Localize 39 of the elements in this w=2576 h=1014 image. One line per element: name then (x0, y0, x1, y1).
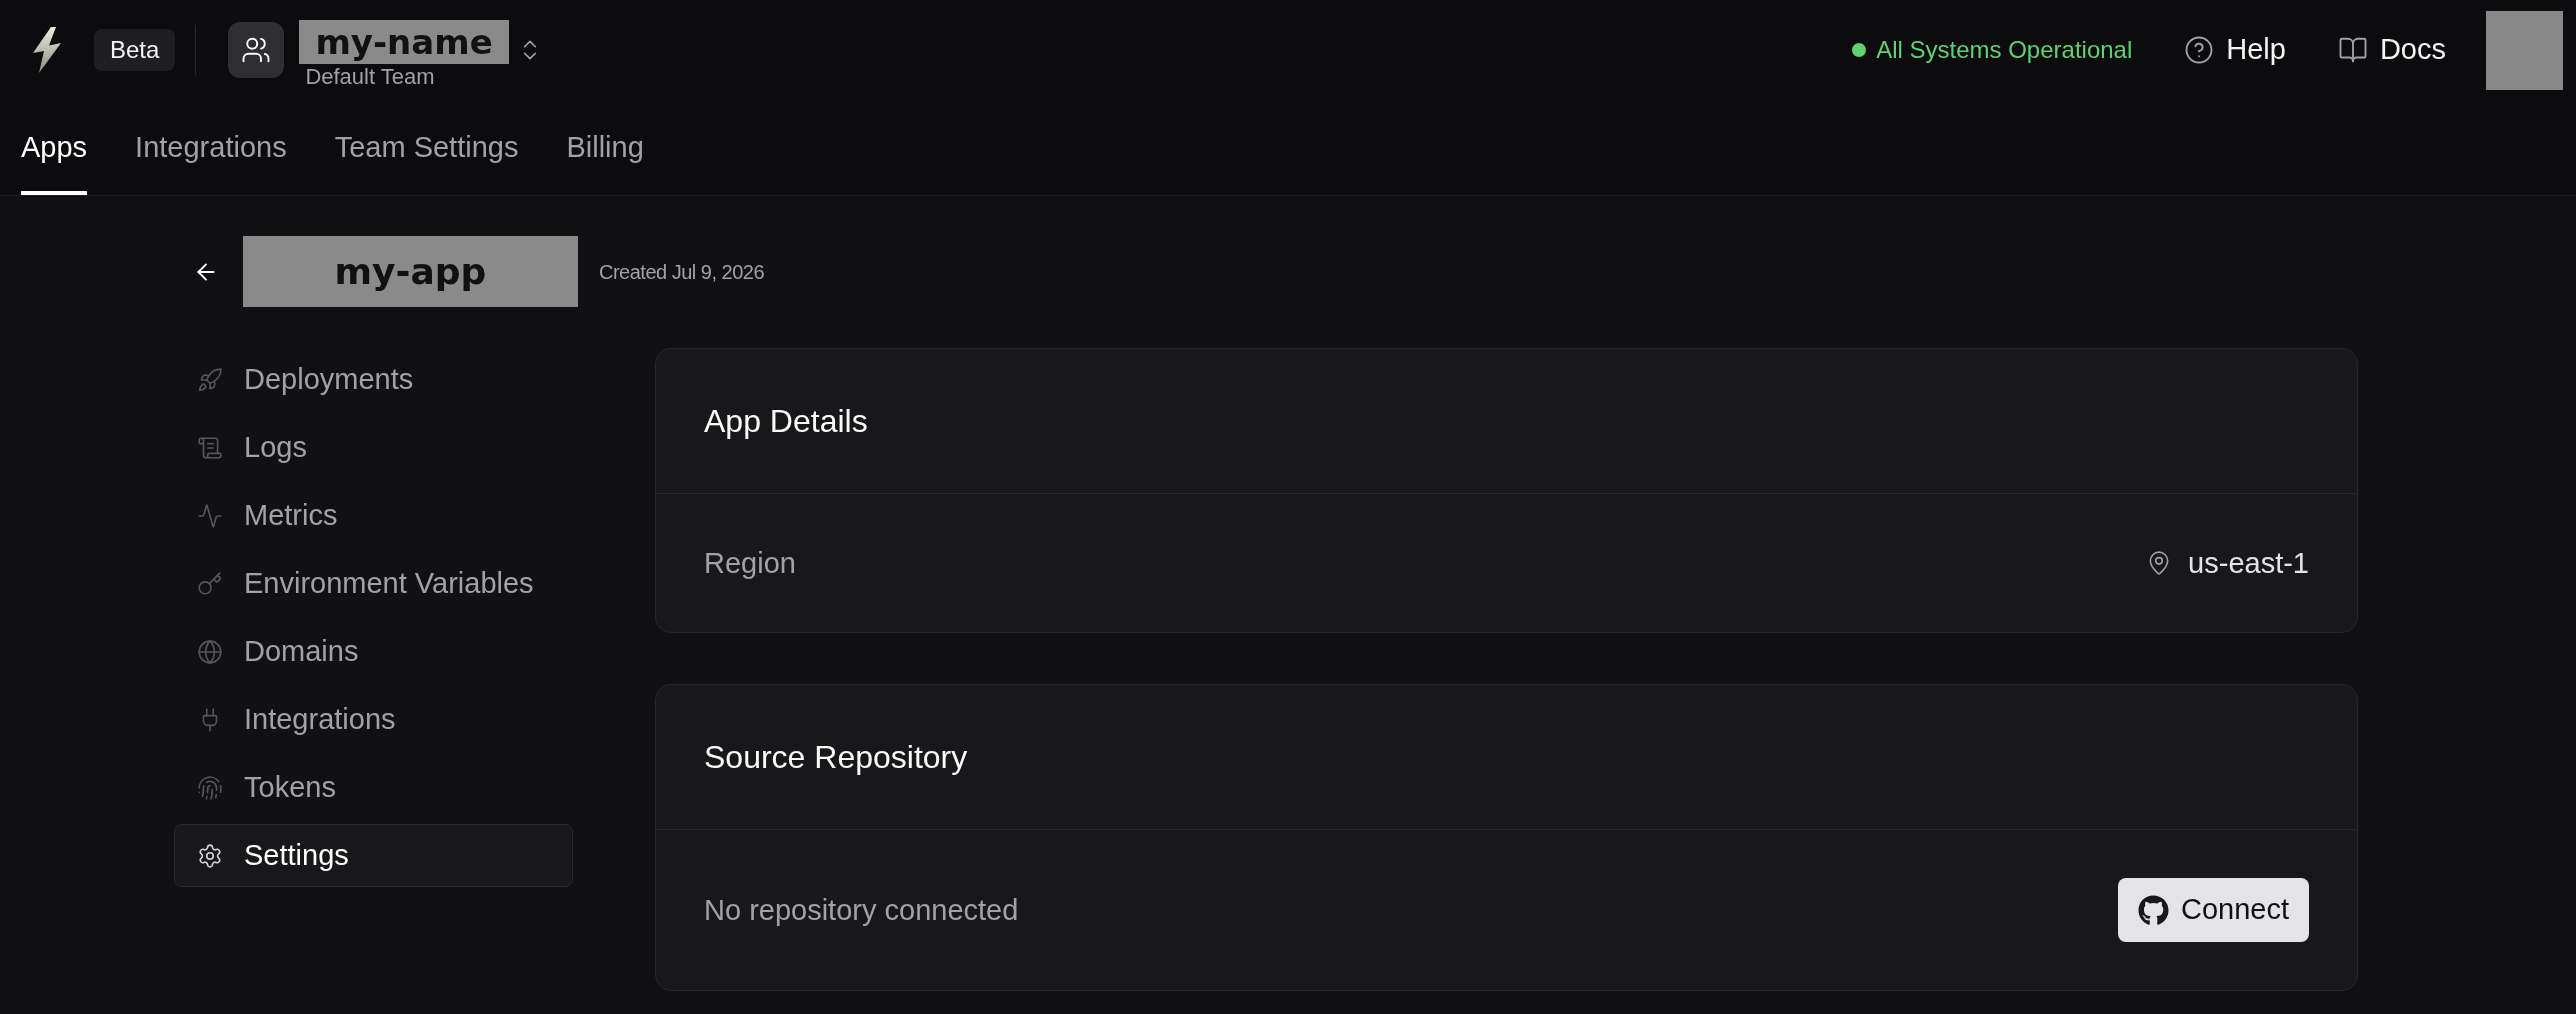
sidebar-item[interactable]: Domains (174, 620, 573, 683)
nav-tab[interactable]: Billing (566, 100, 644, 195)
key-icon (197, 570, 223, 597)
nav-tab[interactable]: Apps (21, 100, 88, 195)
row-value: us-east-1 (2188, 546, 2309, 581)
sidebar-item[interactable]: Environment Variables (174, 552, 573, 615)
sidebar-item[interactable]: Logs (174, 416, 573, 479)
created-date: Created Jul 9, 2026 (599, 259, 765, 285)
scroll-icon (197, 434, 223, 461)
row-label: Region (704, 546, 796, 581)
book-icon (2337, 35, 2368, 65)
team-icon-tile[interactable] (228, 22, 285, 78)
sidebar-item[interactable]: Settings (174, 824, 573, 887)
card-title: App Details (704, 402, 868, 441)
team-subtitle: Default Team (304, 64, 436, 90)
connect-button[interactable]: Connect (2118, 878, 2309, 942)
rocket-icon (197, 366, 223, 393)
nav-tab[interactable]: Team Settings (334, 100, 519, 195)
pulse-line-icon (197, 502, 223, 529)
card-title: Source Repository (704, 738, 968, 777)
team-name: my-name (299, 20, 509, 64)
nav-tab[interactable]: Integrations (135, 100, 287, 195)
sidebar-item[interactable]: Integrations (174, 688, 573, 751)
app-name: my-app (243, 236, 578, 307)
settings-icon (197, 842, 223, 869)
fingerprint-icon (197, 774, 223, 801)
sidebar-item[interactable]: Deployments (174, 348, 573, 411)
status-text[interactable]: All Systems Operational (1876, 32, 2133, 68)
docs-link[interactable]: Docs (2337, 28, 2446, 72)
sidebar-item[interactable]: Metrics (174, 484, 573, 547)
github-icon (2138, 894, 2169, 926)
row-label: No repository connected (704, 893, 1019, 928)
users-icon (241, 35, 272, 65)
help-link[interactable]: Help (2184, 28, 2286, 72)
sidebar-item[interactable]: Tokens (174, 756, 573, 819)
beta-badge: Beta (94, 29, 176, 71)
help-icon (2184, 35, 2215, 65)
globe-icon (197, 638, 223, 665)
lightning-logo-icon[interactable] (32, 27, 62, 73)
